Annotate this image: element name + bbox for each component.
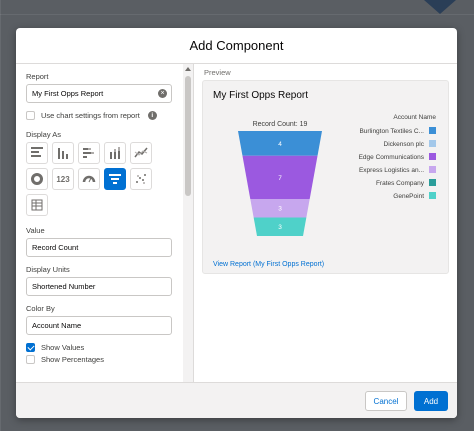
funnel-total-label: Record Count: 19 xyxy=(253,121,308,128)
preview-label: Preview xyxy=(204,68,231,77)
stacked-horizontal-bar-icon[interactable] xyxy=(78,142,100,164)
color-by-label: Color By xyxy=(26,304,55,313)
funnel-segment-label: 4 xyxy=(278,141,282,148)
scroll-up-icon[interactable] xyxy=(185,67,191,71)
backdrop-line-2 xyxy=(0,0,1,431)
value-field[interactable]: Record Count xyxy=(26,238,172,257)
preview-box: My First Opps Report Record Count: 19 4 7 3… xyxy=(202,80,449,274)
color-by-field[interactable]: Account Name xyxy=(26,316,172,335)
legend-swatch xyxy=(429,179,436,186)
use-chart-settings-checkbox[interactable] xyxy=(26,111,35,120)
legend-swatch xyxy=(429,153,436,160)
report-label: Report xyxy=(26,72,49,81)
legend-swatch xyxy=(429,166,436,173)
legend-swatch xyxy=(429,192,436,199)
donut-chart-icon[interactable] xyxy=(26,168,48,190)
add-button[interactable]: Add xyxy=(414,391,448,411)
add-component-modal: Add Component Report My First Opps Repor… xyxy=(16,28,457,418)
metric-text: 123 xyxy=(56,174,70,184)
value-value: Record Count xyxy=(32,243,79,252)
show-percentages-row[interactable]: Show Percentages xyxy=(26,355,172,364)
table-icon[interactable] xyxy=(26,194,48,216)
legend-swatch xyxy=(429,127,436,134)
scatter-plot-icon[interactable] xyxy=(130,168,152,190)
show-values-checkbox[interactable] xyxy=(26,343,35,352)
legend-item-label: GenePoint xyxy=(393,193,424,200)
preview-pane: Preview My First Opps Report Record Coun… xyxy=(202,68,457,408)
value-label: Value xyxy=(26,226,45,235)
modal-title: Add Component xyxy=(189,38,284,53)
horizontal-bar-chart-icon[interactable] xyxy=(26,142,48,164)
view-report-link[interactable]: View Report (My First Opps Report) xyxy=(213,261,324,268)
display-as-label: Display As xyxy=(26,130,62,139)
use-chart-settings-row[interactable]: Use chart settings from report i xyxy=(26,111,172,120)
show-percentages-label: Show Percentages xyxy=(41,355,104,364)
funnel-chart-icon[interactable] xyxy=(104,168,126,190)
color-by-value: Account Name xyxy=(32,321,82,330)
show-values-row[interactable]: Show Values xyxy=(26,343,172,352)
show-values-label: Show Values xyxy=(41,343,85,352)
backdrop-line-1 xyxy=(0,14,474,15)
use-chart-settings-label: Use chart settings from report xyxy=(41,111,140,120)
cancel-button[interactable]: Cancel xyxy=(365,391,407,411)
legend-item-label: Burlington Textiles C... xyxy=(359,128,424,135)
display-units-value: Shortened Number xyxy=(32,282,96,291)
clear-icon[interactable]: × xyxy=(158,89,167,98)
vertical-bar-chart-icon[interactable] xyxy=(52,142,74,164)
gauge-icon[interactable] xyxy=(78,168,100,190)
scroll-thumb[interactable] xyxy=(185,76,191,196)
funnel-segment-label: 3 xyxy=(278,224,282,231)
info-icon[interactable]: i xyxy=(147,111,157,120)
legend-item-label: Express Logistics an... xyxy=(359,167,424,174)
legend-item-label: Frates Company xyxy=(376,180,425,187)
funnel-segment-label: 3 xyxy=(278,206,282,213)
funnel-chart: Record Count: 19 4 7 3 3 Account Name Burlingt… xyxy=(238,114,436,236)
settings-pane: Report My First Opps Report × Use chart … xyxy=(16,64,194,410)
legend-title: Account Name xyxy=(393,114,436,121)
legend-item-label: Edge Communications xyxy=(359,154,425,161)
settings-scrollbar[interactable] xyxy=(183,64,193,410)
legend-swatch xyxy=(429,140,436,147)
metric-icon[interactable]: 123 xyxy=(52,168,74,190)
stacked-vertical-bar-icon[interactable] xyxy=(104,142,126,164)
backdrop-marker xyxy=(424,0,456,14)
funnel-segment-label: 7 xyxy=(278,175,282,182)
legend-item-label: Dickenson plc xyxy=(384,141,425,148)
show-percentages-checkbox[interactable] xyxy=(26,355,35,364)
display-as-grid: 123 xyxy=(26,142,172,216)
line-chart-icon[interactable] xyxy=(130,142,152,164)
report-field[interactable]: My First Opps Report × xyxy=(26,84,172,103)
report-value: My First Opps Report xyxy=(32,89,104,98)
modal-header: Add Component xyxy=(16,28,457,64)
chart-card: My First Opps Report Record Count: 19 4 7 3… xyxy=(203,81,450,275)
modal-footer: Cancel Add xyxy=(16,382,457,418)
display-units-label: Display Units xyxy=(26,265,70,274)
display-units-field[interactable]: Shortened Number xyxy=(26,277,172,296)
